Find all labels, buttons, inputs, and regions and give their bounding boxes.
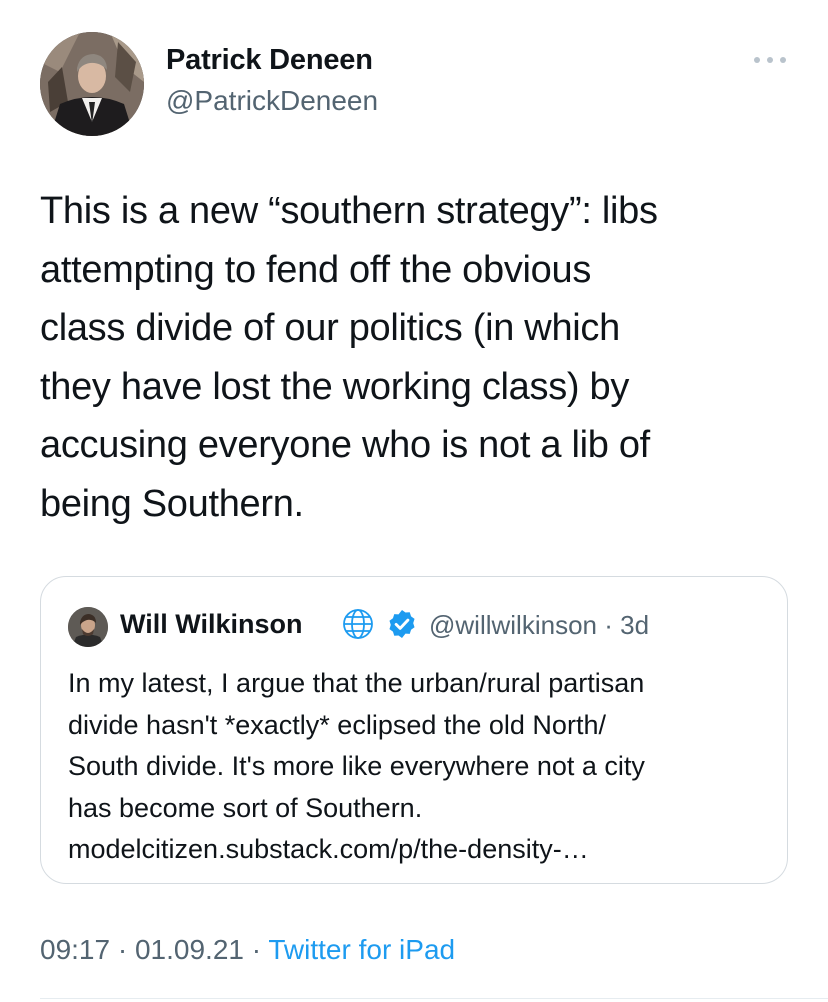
tweet-source-link[interactable]: Twitter for iPad bbox=[268, 934, 455, 965]
more-dot bbox=[754, 57, 760, 63]
author-photo bbox=[40, 32, 144, 136]
quoted-link[interactable]: modelcitizen.substack.com/p/the-density-… bbox=[68, 829, 778, 871]
tweet-date[interactable]: 01.09.21 bbox=[135, 934, 244, 965]
quoted-author-handle[interactable]: @willwilkinson bbox=[429, 610, 597, 640]
more-dot bbox=[767, 57, 773, 63]
tweet-line: they have lost the working class) by bbox=[40, 365, 630, 408]
more-options-button[interactable] bbox=[750, 48, 790, 72]
quoted-line: South divide. It's more like everywhere … bbox=[68, 751, 645, 781]
author-handle[interactable]: @PatrickDeneen bbox=[166, 85, 378, 117]
footer-separator: · bbox=[117, 934, 128, 965]
author-avatar[interactable] bbox=[40, 32, 144, 136]
author-name[interactable]: Patrick Deneen bbox=[166, 44, 373, 77]
quoted-line: divide hasn't *exactly* eclipsed the old… bbox=[68, 709, 606, 740]
tweet-line: accusing everyone who is not a lib of bbox=[40, 424, 650, 466]
footer-separator: · bbox=[251, 934, 262, 965]
quoted-line: In my latest, I argue that the urban/rur… bbox=[68, 668, 645, 698]
more-dot bbox=[780, 57, 786, 63]
divider bbox=[40, 998, 828, 999]
tweet-footer: 09:17 · 01.09.21 · Twitter for iPad bbox=[40, 934, 455, 966]
tweet-line: being Southern. bbox=[40, 482, 304, 525]
quoted-line: has become sort of Southern. bbox=[68, 792, 423, 823]
quoted-tweet-card[interactable]: Will Wilkinson @willwilkinson · 3d In my… bbox=[40, 576, 788, 884]
quoted-author-photo bbox=[68, 607, 108, 647]
tweet-line: This is a new “southern strategy”: libs bbox=[40, 190, 658, 232]
tweet-line: class divide of our politics (in which bbox=[40, 307, 620, 349]
tweet: Patrick Deneen @PatrickDeneen This is a … bbox=[0, 0, 828, 1002]
meta-separator: · bbox=[604, 610, 613, 640]
quoted-author-name[interactable]: Will Wilkinson bbox=[120, 609, 303, 640]
verified-badge-icon bbox=[389, 610, 415, 638]
quoted-tweet-text: In my latest, I argue that the urban/rur… bbox=[68, 663, 778, 871]
tweet-time[interactable]: 09:17 bbox=[40, 934, 110, 965]
quoted-tweet-meta: @willwilkinson · 3d bbox=[429, 610, 649, 641]
quoted-tweet-age[interactable]: 3d bbox=[620, 610, 649, 640]
quoted-author-avatar[interactable] bbox=[68, 607, 108, 647]
globe-icon bbox=[343, 609, 373, 639]
tweet-line: attempting to fend off the obvious bbox=[40, 248, 592, 291]
tweet-text: This is a new “southern strategy”: libs … bbox=[40, 182, 800, 533]
